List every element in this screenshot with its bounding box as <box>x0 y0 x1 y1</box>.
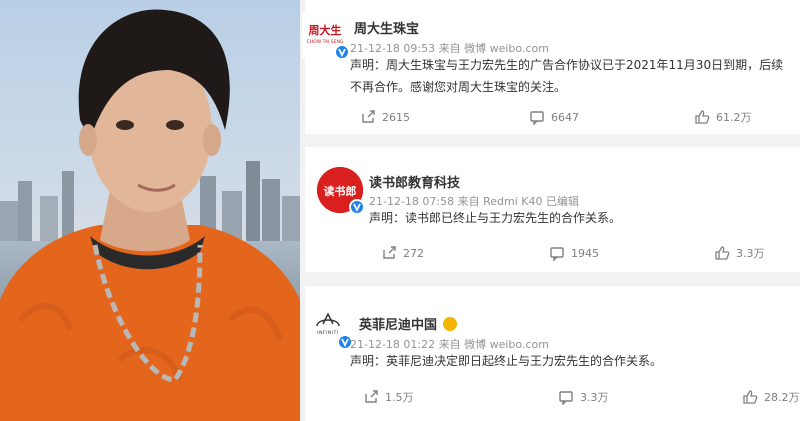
portrait-photo <box>0 0 300 421</box>
repost-icon <box>362 110 375 123</box>
like-icon <box>695 110 710 124</box>
like-button[interactable]: 61.2万 <box>694 109 752 125</box>
weibo-feed: 周大生 CHOW TAI SENG 周大生珠宝 21-12-18 09:53 来… <box>300 0 800 421</box>
repost-count: 2615 <box>382 110 410 124</box>
like-button[interactable]: 3.3万 <box>714 245 765 261</box>
repost-icon <box>365 390 378 403</box>
person-illustration <box>0 9 300 421</box>
post-card: 读书郎 读书郎教育科技 21-12-18 07:58 来自 Redmi K40 … <box>305 147 800 272</box>
post-card: 周大生 CHOW TAI SENG 周大生珠宝 21-12-18 09:53 来… <box>302 0 800 134</box>
avatar-chow-tai-seng[interactable]: 周大生 CHOW TAI SENG <box>302 12 350 60</box>
post-text: 声明：读书郎已终止与王力宏先生的合作关系。 <box>369 211 622 225</box>
avatar-dushulang[interactable]: 读书郎 <box>317 167 365 215</box>
account-name[interactable]: 英菲尼迪中国 <box>359 314 458 333</box>
comment-button[interactable]: 1945 <box>549 245 599 261</box>
comment-button[interactable]: 6647 <box>529 109 579 125</box>
repost-button[interactable]: 272 <box>381 245 424 261</box>
comment-count: 6647 <box>551 110 579 124</box>
comment-icon <box>530 111 544 125</box>
svg-text:读书郎: 读书郎 <box>324 184 357 198</box>
svg-text:周大生: 周大生 <box>309 23 342 37</box>
like-button[interactable]: 28.2万 <box>742 389 800 405</box>
account-name-text: 英菲尼迪中国 <box>359 318 438 333</box>
emoji-icon <box>443 317 458 331</box>
comment-count: 3.3万 <box>580 391 609 404</box>
repost-icon <box>383 246 396 259</box>
comment-icon <box>559 391 573 405</box>
screenshot-root: 周大生 CHOW TAI SENG 周大生珠宝 21-12-18 09:53 来… <box>0 0 800 421</box>
repost-button[interactable]: 1.5万 <box>363 389 414 405</box>
like-count: 3.3万 <box>736 247 765 260</box>
repost-count: 1.5万 <box>385 391 414 404</box>
verified-icon <box>334 44 350 60</box>
svg-text:INFINITI: INFINITI <box>317 330 338 336</box>
like-icon <box>715 246 730 260</box>
account-name[interactable]: 周大生珠宝 <box>354 18 419 37</box>
post-text: 声明：周大生珠宝与王力宏先生的广告合作协议已于2021年11月30日到期，后续不… <box>350 58 784 94</box>
comment-icon <box>550 247 564 261</box>
post-actions: 272 1945 3.3万 <box>305 239 800 265</box>
post-actions: 2615 6647 61.2万 <box>305 104 800 130</box>
repost-button[interactable]: 2615 <box>360 109 410 125</box>
avatar-infiniti[interactable]: INFINITI <box>305 302 353 350</box>
post-actions: 1.5万 3.3万 28.2万 <box>305 384 800 410</box>
comment-count: 1945 <box>571 246 599 260</box>
like-count: 61.2万 <box>716 111 752 124</box>
like-icon <box>743 390 758 404</box>
like-count: 28.2万 <box>764 391 800 404</box>
repost-count: 272 <box>403 246 424 260</box>
account-name[interactable]: 读书郎教育科技 <box>369 172 460 191</box>
post-card: INFINITI 英菲尼迪中国 21-12-18 01:22 来自 微博 wei… <box>305 286 800 421</box>
post-text: 声明：英菲尼迪决定即日起终止与王力宏先生的合作关系。 <box>350 354 663 368</box>
comment-button[interactable]: 3.3万 <box>558 389 609 405</box>
verified-icon <box>349 199 365 215</box>
